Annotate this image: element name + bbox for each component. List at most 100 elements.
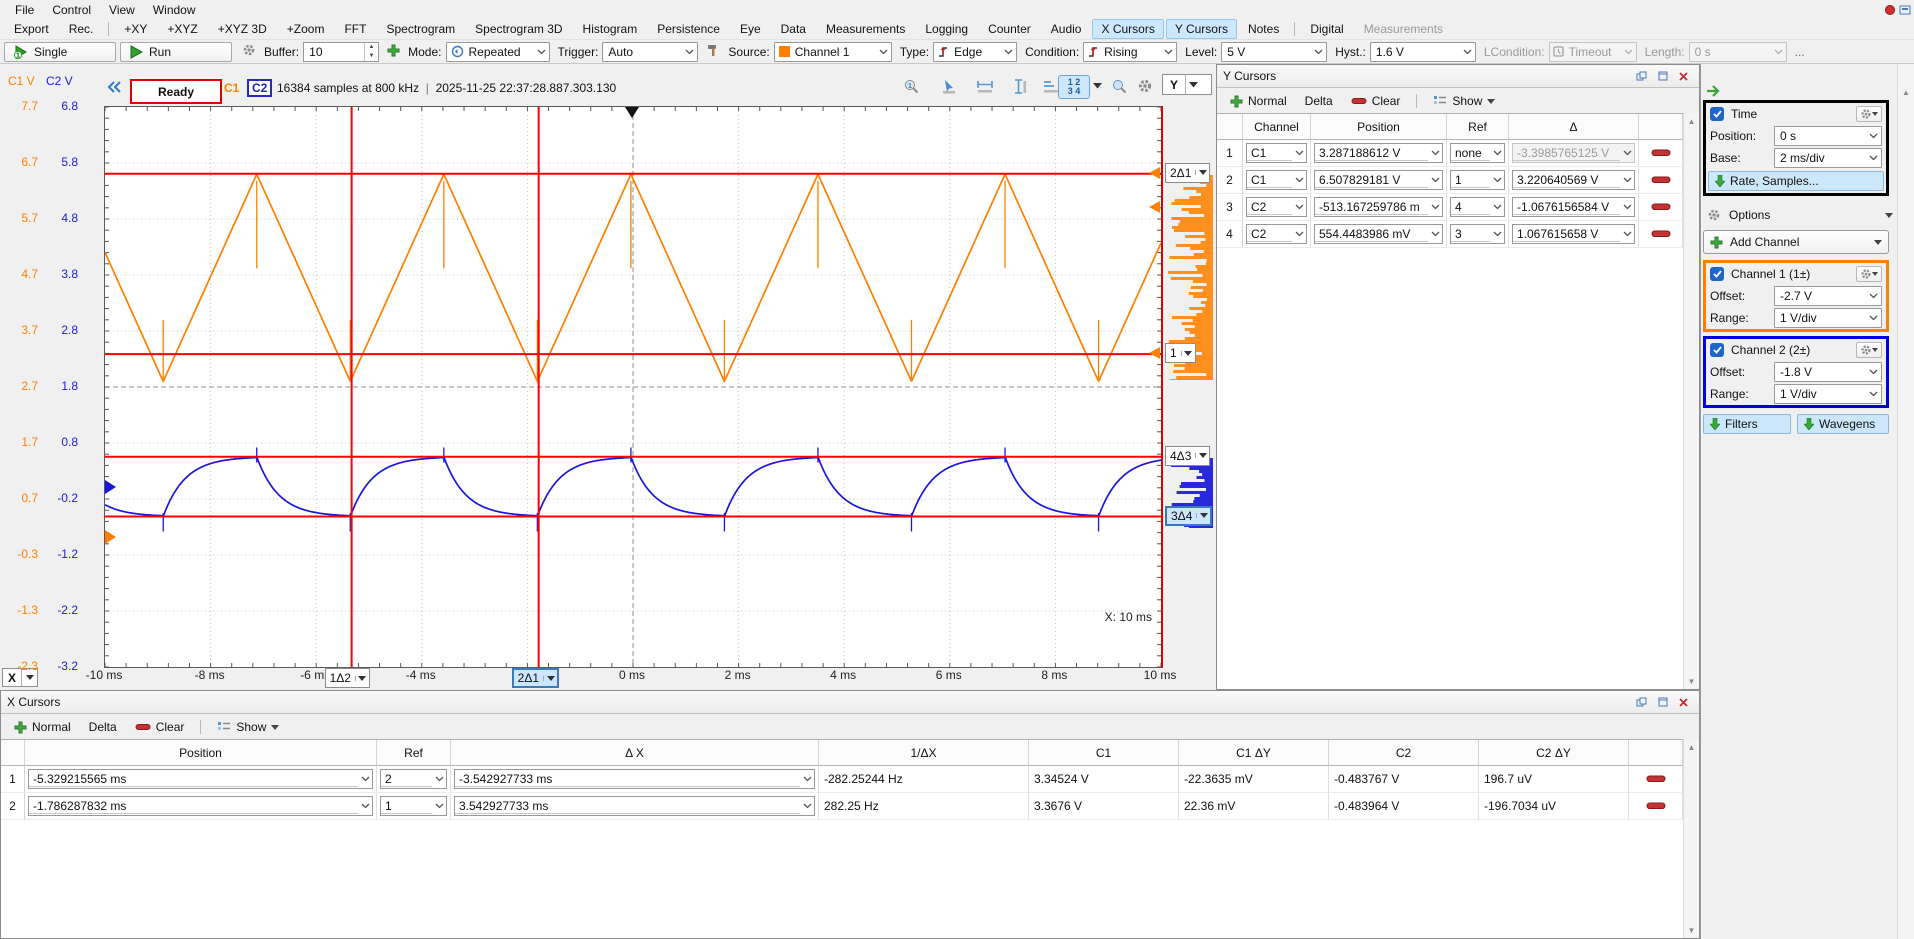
x-cursor-flag-2Δ1[interactable]: 2Δ1 — [512, 668, 559, 688]
channel2-gear-button[interactable] — [1856, 342, 1882, 358]
y-cursor-ref-combo[interactable]: 4 — [1450, 197, 1505, 217]
tab-x-cursors[interactable]: X Cursors — [1092, 19, 1163, 39]
y-cursor-delta-combo[interactable]: 1.067615658 V — [1512, 224, 1635, 244]
x-cursor-flag-1Δ2[interactable]: 1Δ2 — [325, 668, 370, 688]
tab-spectrogram-3d[interactable]: Spectrogram 3D — [466, 19, 571, 39]
delete-cursor-button[interactable] — [1646, 772, 1666, 786]
x-cursor-ref-combo[interactable]: 2 — [380, 769, 447, 789]
tab-data[interactable]: Data — [772, 19, 815, 39]
y-cursor-channel-combo[interactable]: C2 — [1246, 197, 1307, 217]
x-cursor-delta-combo[interactable]: 3.542927733 ms — [454, 796, 815, 816]
x-add-delta-button[interactable]: Delta — [82, 718, 124, 736]
tab--zoom[interactable]: +Zoom — [278, 19, 334, 39]
tab-logging[interactable]: Logging — [916, 19, 977, 39]
y-cursor-position-combo[interactable]: 3.287188612 V — [1314, 143, 1443, 163]
tab-measurements[interactable]: Measurements — [1355, 19, 1452, 39]
hysteresis-combo[interactable]: 1.6 V — [1370, 42, 1476, 62]
delete-cursor-button[interactable] — [1651, 227, 1671, 241]
maximize-panel-icon[interactable] — [1653, 68, 1672, 85]
tab-histogram[interactable]: Histogram — [574, 19, 647, 39]
x-cursor-position-combo[interactable]: -5.329215565 ms — [28, 769, 373, 789]
y-cursor-channel-combo[interactable]: C2 — [1246, 224, 1307, 244]
rate-samples-button[interactable]: Rate, Samples... — [1708, 171, 1884, 191]
level-combo[interactable]: 5 V — [1221, 42, 1327, 62]
delete-cursor-button[interactable] — [1646, 799, 1666, 813]
c1-cursor-handle[interactable] — [1149, 167, 1160, 179]
tab-spectrogram[interactable]: Spectrogram — [377, 19, 464, 39]
time-checkbox[interactable] — [1710, 107, 1724, 121]
options-row[interactable]: Options — [1703, 204, 1897, 226]
sidebar-scrollbar[interactable]: ▲ — [1897, 64, 1914, 939]
channel1-checkbox[interactable] — [1710, 267, 1724, 281]
wavegens-button[interactable]: Wavegens — [1797, 414, 1889, 434]
tab-notes[interactable]: Notes — [1239, 19, 1288, 39]
dropdown-arrow-icon[interactable] — [1195, 170, 1209, 175]
source-combo[interactable]: Channel 1 — [774, 42, 892, 62]
x-table-scrollbar[interactable]: ▲▼ — [1683, 739, 1699, 938]
tab-y-cursors[interactable]: Y Cursors — [1166, 19, 1237, 39]
channel2-offset-combo[interactable]: -1.8 V — [1774, 362, 1882, 382]
y-cursor-ref-combo[interactable]: 1 — [1450, 170, 1505, 190]
y-cursor-channel-combo[interactable]: C1 — [1246, 170, 1307, 190]
single-button[interactable]: 1 Single — [4, 42, 116, 62]
tray-device-icon[interactable] — [1899, 3, 1912, 16]
dropdown-arrow-icon[interactable] — [1196, 513, 1210, 518]
menu-view[interactable]: View — [100, 2, 144, 18]
delete-cursor-button[interactable] — [1651, 200, 1671, 214]
y-cursor-delta-combo[interactable]: 3.220640569 V — [1512, 170, 1635, 190]
menu-file[interactable]: File — [6, 2, 43, 18]
time-gear-button[interactable] — [1856, 106, 1882, 122]
waveform-plot[interactable] — [104, 106, 1163, 668]
delete-cursor-button[interactable] — [1651, 173, 1671, 187]
dropdown-arrow-icon[interactable] — [543, 676, 557, 681]
x-cursors-title-bar[interactable]: X Cursors — [1, 691, 1699, 714]
y-cursor-position-combo[interactable]: 6.507829181 V — [1314, 170, 1443, 190]
channel2-range-combo[interactable]: 1 V/div — [1774, 384, 1882, 404]
y-cursor-delta-combo[interactable]: -3.3985765125 V — [1512, 143, 1635, 163]
trigger-combo[interactable]: Auto — [602, 42, 698, 62]
y-cursor-channel-combo[interactable]: C1 — [1246, 143, 1307, 163]
tab-counter[interactable]: Counter — [979, 19, 1040, 39]
trigger-position-marker[interactable] — [625, 107, 639, 118]
tray-record-icon[interactable] — [1884, 3, 1897, 16]
x-show-button[interactable]: Show — [210, 718, 286, 736]
run-button[interactable]: Run — [120, 42, 232, 62]
tab-rec-[interactable]: Rec. — [60, 19, 103, 39]
length-combo[interactable]: 0 s — [1689, 42, 1787, 62]
dropdown-arrow-icon[interactable] — [355, 676, 369, 681]
channel2-zero-marker[interactable] — [105, 480, 116, 494]
tab--xy[interactable]: +XY — [115, 19, 156, 39]
y-add-normal-button[interactable]: Normal — [1223, 92, 1294, 110]
y-table-scrollbar[interactable]: ▲▼ — [1683, 113, 1699, 689]
x-clear-button[interactable]: Clear — [128, 718, 192, 736]
maximize-panel-icon[interactable] — [1653, 694, 1672, 711]
tab-digital[interactable]: Digital — [1301, 19, 1352, 39]
time-base-combo[interactable]: 2 ms/div — [1774, 148, 1882, 168]
spinner-arrows[interactable]: ▲▼ — [364, 43, 378, 61]
tab-measurements[interactable]: Measurements — [817, 19, 914, 39]
tab--xyz-3d[interactable]: +XYZ 3D — [209, 19, 276, 39]
buffer-spinner[interactable]: 10 ▲▼ — [303, 42, 379, 62]
tab-eye[interactable]: Eye — [731, 19, 770, 39]
close-panel-icon[interactable] — [1674, 68, 1693, 85]
y-cursor-delta-combo[interactable]: -1.0676156584 V — [1512, 197, 1635, 217]
tab-export[interactable]: Export — [5, 19, 58, 39]
lcondition-combo[interactable]: Timeout — [1549, 42, 1637, 62]
float-panel-icon[interactable] — [1632, 694, 1651, 711]
y-cursor-position-combo[interactable]: 554.4483986 mV — [1314, 224, 1443, 244]
condition-combo[interactable]: Rising — [1083, 42, 1177, 62]
close-panel-icon[interactable] — [1674, 694, 1693, 711]
x-add-normal-button[interactable]: Normal — [7, 718, 78, 736]
channel1-offset-combo[interactable]: -2.7 V — [1774, 286, 1882, 306]
x-cursor-delta-combo[interactable]: -3.542927733 ms — [454, 769, 815, 789]
x-cursor-position-combo[interactable]: -1.786287832 ms — [28, 796, 373, 816]
add-channel-button[interactable]: Add Channel — [1703, 230, 1889, 254]
tab-fft[interactable]: FFT — [335, 19, 375, 39]
tab--xyz[interactable]: +XYZ — [158, 19, 206, 39]
channel1-zero-marker[interactable] — [105, 530, 116, 544]
y-cursor-flag-4Δ3[interactable]: 4Δ3 — [1165, 446, 1210, 466]
c1-cursor-handle[interactable] — [1149, 347, 1160, 359]
mode-combo[interactable]: Repeated — [446, 42, 550, 62]
y-cursor-flag-3Δ4[interactable]: 3Δ4 — [1165, 506, 1212, 526]
channel1-gear-button[interactable] — [1856, 266, 1882, 282]
